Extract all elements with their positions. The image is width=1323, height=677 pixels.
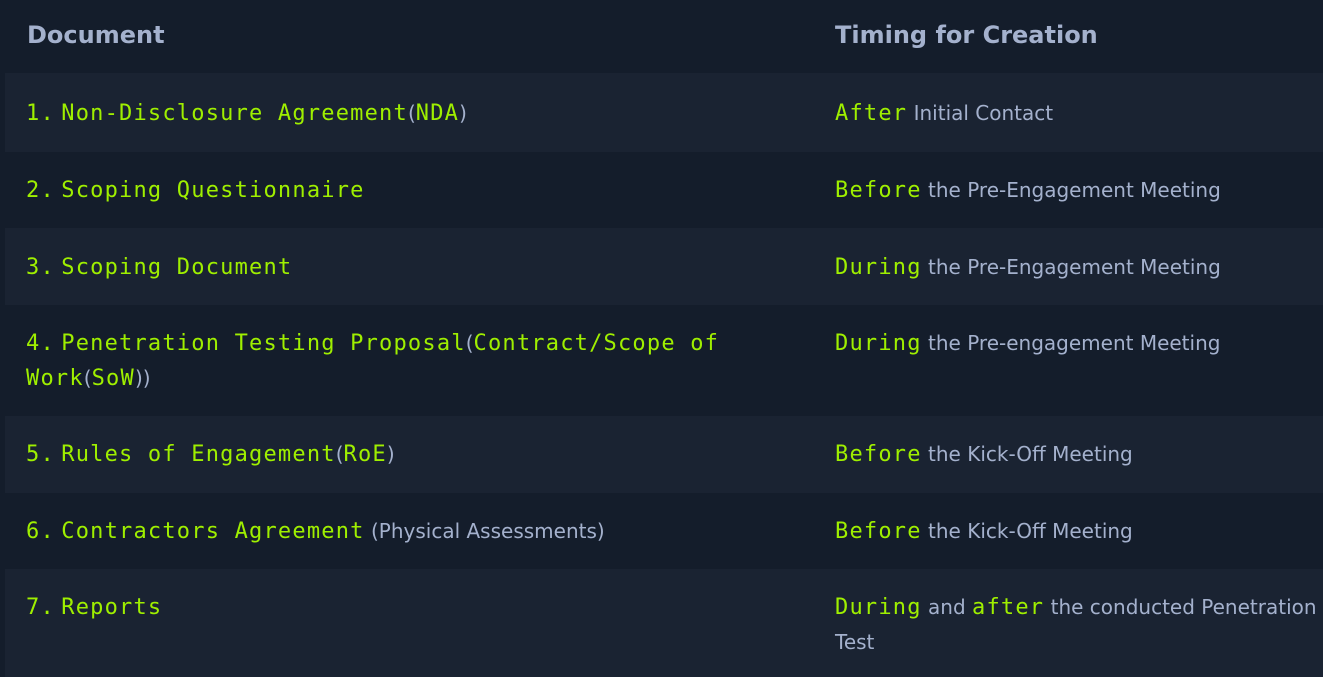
header-timing: Timing for Creation <box>835 21 1098 49</box>
timing-and: and <box>928 595 966 619</box>
doc-abbreviation: NDA <box>415 101 460 126</box>
documents-table: Document Timing for Creation 1. Non-Disc… <box>0 0 1323 677</box>
timing-text: the Kick-Off Meeting <box>928 519 1133 543</box>
table-row: 6. Contractors Agreement (Physical Asses… <box>5 493 1323 569</box>
timing-keyword: During <box>835 255 922 280</box>
timing-cell: Before the Pre-Engagement Meeting <box>835 173 1321 208</box>
timing-cell: During the Pre-engagement Meeting <box>835 326 1321 361</box>
table-row: 5. Rules of Engagement(RoE) Before the K… <box>5 416 1323 493</box>
document-cell: 2. Scoping Questionnaire <box>26 173 746 208</box>
header-document: Document <box>27 21 165 49</box>
doc-name: Non-Disclosure Agreement <box>61 101 408 126</box>
table-header: Document Timing for Creation <box>0 0 1323 73</box>
doc-number: 3. <box>26 255 55 280</box>
timing-keyword: Before <box>835 519 922 544</box>
timing-text: the Pre-engagement Meeting <box>928 331 1221 355</box>
table-row: 1. Non-Disclosure Agreement(NDA) After I… <box>5 73 1323 152</box>
paren-close: ) <box>386 442 395 466</box>
paren-open: ( <box>83 366 92 390</box>
doc-name: Rules of Engagement <box>61 442 336 467</box>
timing-text: the Pre-Engagement Meeting <box>928 255 1221 279</box>
doc-name: Scoping Questionnaire <box>61 178 365 203</box>
timing-cell: Before the Kick-Off Meeting <box>835 514 1321 549</box>
timing-text: the Pre-Engagement Meeting <box>928 178 1221 202</box>
timing-keyword: After <box>835 101 908 126</box>
doc-abbreviation: SoW <box>91 366 135 391</box>
document-cell: 4. Penetration Testing Proposal(Contract… <box>26 326 746 396</box>
doc-name: Scoping Document <box>61 255 293 280</box>
doc-number: 7. <box>26 595 55 620</box>
doc-number: 4. <box>26 331 55 356</box>
timing-text: Initial Contact <box>913 101 1054 125</box>
doc-number: 1. <box>26 101 55 126</box>
document-cell: 7. Reports <box>26 590 746 625</box>
timing-keyword: Before <box>835 442 922 467</box>
doc-name: Reports <box>61 595 163 620</box>
document-cell: 3. Scoping Document <box>26 250 746 285</box>
timing-keyword: During <box>835 331 922 356</box>
doc-name: Contractors Agreement <box>61 519 365 544</box>
document-cell: 1. Non-Disclosure Agreement(NDA) <box>26 96 746 131</box>
doc-number: 5. <box>26 442 55 467</box>
paren-close: )) <box>134 366 151 390</box>
timing-cell: Before the Kick-Off Meeting <box>835 437 1321 472</box>
table-row: 4. Penetration Testing Proposal(Contract… <box>5 305 1323 416</box>
timing-keyword: Before <box>835 178 922 203</box>
doc-abbreviation: RoE <box>343 442 387 467</box>
paren-open: ( <box>407 101 416 125</box>
doc-number: 6. <box>26 519 55 544</box>
timing-keyword: During <box>835 595 922 620</box>
paren-open: ( <box>335 442 344 466</box>
paren-open: ( <box>465 331 474 355</box>
document-cell: 5. Rules of Engagement(RoE) <box>26 437 746 472</box>
doc-note: (Physical Assessments) <box>370 519 605 543</box>
document-cell: 6. Contractors Agreement (Physical Asses… <box>26 514 746 549</box>
doc-name: Penetration Testing Proposal <box>61 331 466 356</box>
table-row: 3. Scoping Document During the Pre-Engag… <box>5 228 1323 305</box>
timing-keyword-2: after <box>972 595 1045 620</box>
doc-number: 2. <box>26 178 55 203</box>
timing-text: the Kick-Off Meeting <box>928 442 1133 466</box>
timing-cell: After Initial Contact <box>835 96 1321 131</box>
timing-cell: During the Pre-Engagement Meeting <box>835 250 1321 285</box>
paren-close: ) <box>459 101 467 125</box>
table-row: 2. Scoping Questionnaire Before the Pre-… <box>5 152 1323 228</box>
timing-cell: During and after the conducted Penetrati… <box>835 590 1321 660</box>
table-row: 7. Reports During and after the conducte… <box>5 569 1323 677</box>
